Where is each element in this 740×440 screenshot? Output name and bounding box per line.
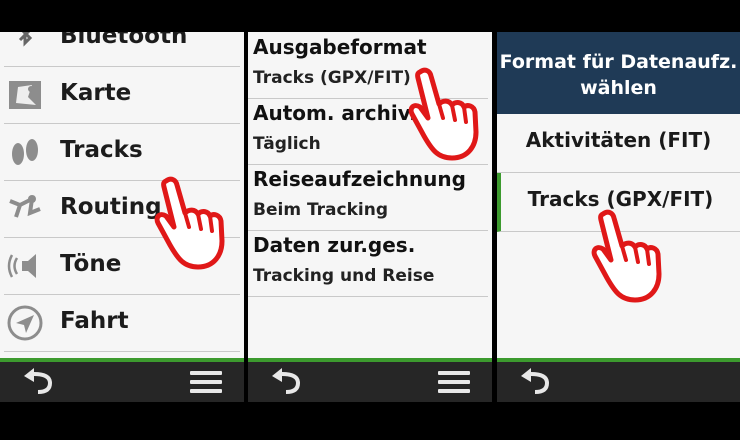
bottom-toolbar: [248, 358, 492, 402]
menu-item-label: Karte: [60, 80, 132, 106]
toolbar-accent-line: [248, 358, 492, 362]
pointing-hand-icon: [591, 209, 662, 303]
header-line: wählen: [580, 77, 657, 99]
back-arrow-icon: [272, 368, 301, 394]
menu-item-bluetooth[interactable]: Bluetooth: [4, 32, 240, 67]
format-dialog-header: Format für Datenaufz. wählen: [497, 32, 740, 114]
settings-menu-panel: Bluetooth Karte Tracks Routing Töne Fahr…: [0, 32, 244, 402]
menu-item-label: Fahrt: [60, 308, 129, 334]
format-select-panel: Format für Datenaufz. wählen Aktivitäten…: [497, 32, 740, 402]
setting-value: Beim Tracking: [253, 200, 389, 220]
menu-item-fahrt[interactable]: Fahrt: [4, 295, 240, 352]
option-label: Aktivitäten (FIT): [525, 128, 712, 152]
menu-item-label: Tracks: [60, 137, 143, 163]
setting-title: Reiseaufzeichnung: [253, 167, 466, 191]
menu-item-tracks[interactable]: Tracks: [4, 124, 240, 181]
setting-value: Tracking und Reise: [253, 266, 435, 286]
pointing-hand-icon: [408, 67, 479, 161]
hamburger-menu-icon: [190, 371, 222, 375]
back-button[interactable]: [268, 368, 308, 396]
setting-title: Daten zur.ges.: [253, 233, 416, 257]
back-button[interactable]: [20, 368, 60, 396]
bottom-toolbar: [0, 358, 244, 402]
compass-arrow-icon: [6, 305, 44, 341]
pointing-hand-icon: [154, 176, 225, 270]
menu-item-karte[interactable]: Karte: [4, 67, 240, 124]
setting-daten-zurueckgesetzt[interactable]: Daten zur.ges. Tracking und Reise: [248, 230, 488, 297]
tracks-settings-panel: Ausgabeformat Tracks (GPX/FIT) Autom. ar…: [248, 32, 492, 402]
bottom-toolbar: [497, 358, 740, 402]
toolbar-accent-line: [497, 358, 740, 362]
routing-icon: [6, 191, 44, 227]
footprints-icon: [6, 134, 44, 170]
menu-item-label: Töne: [60, 251, 122, 277]
setting-reiseaufzeichnung[interactable]: Reiseaufzeichnung Beim Tracking: [248, 164, 488, 231]
bluetooth-icon: [6, 32, 44, 56]
toolbar-accent-line: [0, 358, 244, 362]
setting-value: Tracks (GPX/FIT): [253, 68, 411, 88]
menu-button[interactable]: [190, 371, 222, 393]
back-arrow-icon: [24, 368, 53, 394]
setting-title: Ausgabeformat: [253, 35, 427, 59]
menu-button[interactable]: [438, 371, 470, 393]
map-icon: [6, 77, 44, 113]
header-line: Format für Datenaufz.: [499, 51, 738, 73]
menu-item-label: Bluetooth: [60, 32, 188, 49]
setting-value: Täglich: [253, 134, 321, 154]
option-aktivitaeten-fit[interactable]: Aktivitäten (FIT): [497, 114, 740, 173]
setting-title: Autom. archiv.: [253, 101, 417, 125]
menu-item-label: Routing: [60, 194, 162, 220]
back-button[interactable]: [517, 368, 557, 396]
back-arrow-icon: [521, 368, 550, 394]
speaker-icon: [6, 248, 44, 284]
hamburger-menu-icon: [438, 371, 470, 375]
